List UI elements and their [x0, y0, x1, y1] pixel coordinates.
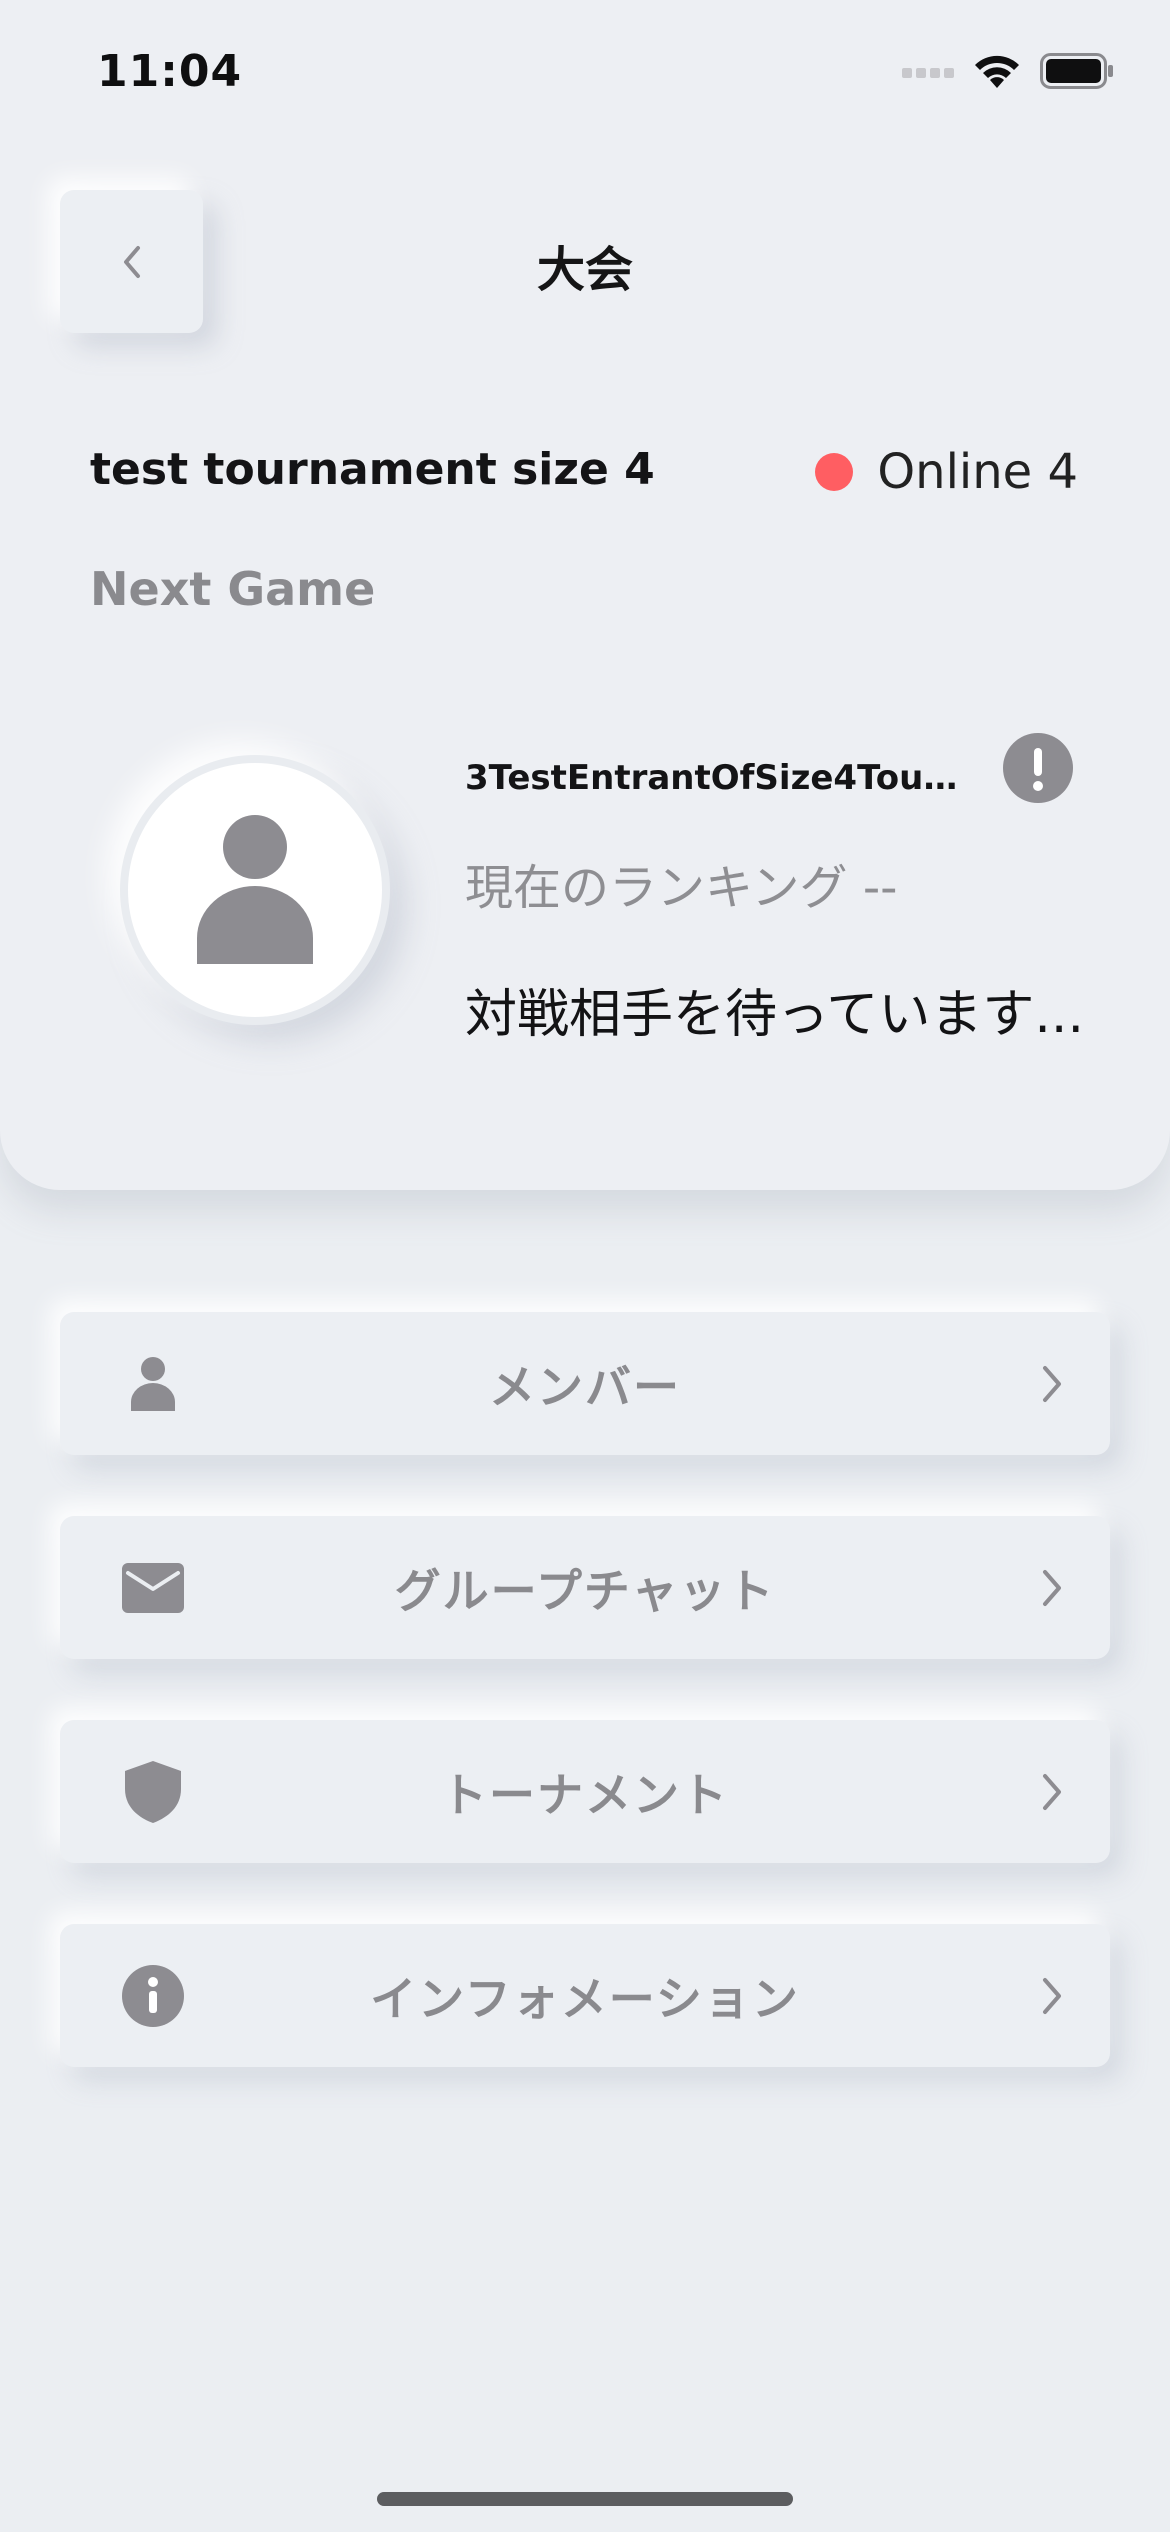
status-time: 11:04 [97, 46, 243, 97]
tournament-name: test tournament size 4 [90, 444, 655, 495]
online-count: Online 4 [877, 444, 1078, 500]
menu-item-label: インフォメーション [370, 1971, 800, 2026]
menu-item-group-chat[interactable]: グループチャット [60, 1516, 1110, 1659]
menu-item-label: メンバー [489, 1359, 681, 1414]
cellular-signal-icon [902, 68, 954, 78]
waiting-status: 対戦相手を待っています... [465, 985, 1084, 1045]
menu-item-label: グループチャット [394, 1563, 776, 1618]
menu-item-label: トーナメント [441, 1767, 729, 1822]
screen: 11:04 大会 test tournament size 4 Online 4… [0, 0, 1170, 2532]
menu-item-information[interactable]: インフォメーション [60, 1924, 1110, 2067]
next-game-label: Next Game [90, 562, 376, 616]
page-title: 大会 [536, 242, 633, 298]
online-status: Online 4 [815, 444, 1078, 500]
chevron-right-icon [1043, 1365, 1061, 1402]
tournament-header-card: 11:04 大会 test tournament size 4 Online 4… [0, 0, 1170, 1190]
entrant-name: 3TestEntrantOfSize4Tourn... [465, 758, 965, 798]
person-icon [197, 815, 313, 964]
wifi-icon [975, 55, 1019, 88]
online-dot-icon [815, 453, 854, 491]
chevron-right-icon [1043, 1773, 1061, 1810]
avatar[interactable] [120, 755, 390, 1025]
menu-item-tournament[interactable]: トーナメント [60, 1720, 1110, 1863]
chevron-right-icon [1043, 1569, 1061, 1606]
alert-button[interactable] [1003, 733, 1073, 807]
home-indicator[interactable] [377, 2492, 793, 2506]
menu-item-members[interactable]: メンバー [60, 1312, 1110, 1455]
current-ranking: 現在のランキング -- [465, 860, 898, 916]
status-icons [902, 52, 1114, 90]
battery-icon [1040, 53, 1113, 89]
exclamation-icon [1003, 733, 1073, 803]
chevron-right-icon [1043, 1977, 1061, 2014]
